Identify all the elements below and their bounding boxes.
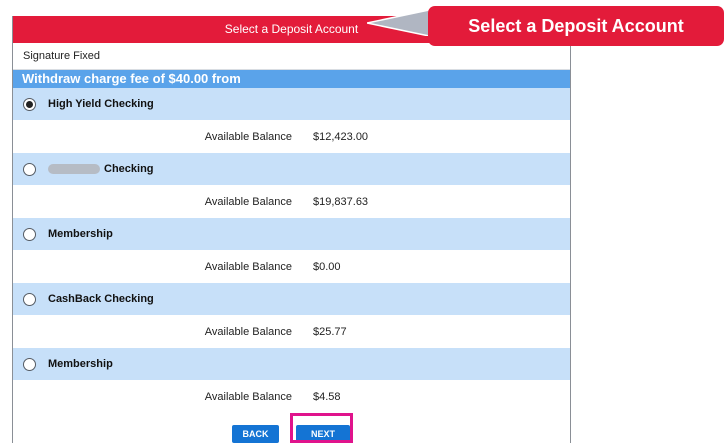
balance-value: $4.58 xyxy=(313,391,341,403)
radio-selected-icon[interactable] xyxy=(23,97,36,111)
balance-value: $12,423.00 xyxy=(313,131,369,143)
section-title: Withdraw charge fee of $40.00 from xyxy=(13,70,570,88)
account-name: Membership xyxy=(48,358,113,370)
radio-unselected-icon[interactable] xyxy=(23,227,36,241)
radio-unselected-icon[interactable] xyxy=(23,357,36,371)
callout-label: Select a Deposit Account xyxy=(428,6,724,46)
account-option-membership[interactable]: Membership xyxy=(13,218,570,251)
back-button[interactable]: BACK xyxy=(232,425,279,443)
balance-value: $0.00 xyxy=(313,261,341,273)
page-title: Select a Deposit Account xyxy=(224,22,359,36)
balance-row: Available Balance $12,423.00 xyxy=(13,121,570,153)
account-option-checking[interactable]: Checking xyxy=(13,153,570,186)
balance-label: Available Balance xyxy=(204,261,292,273)
account-name: CashBack Checking xyxy=(48,293,154,305)
next-button-highlight xyxy=(290,413,353,443)
account-name: Membership xyxy=(48,228,113,240)
callout-pointer-icon xyxy=(367,10,430,36)
balance-label: Available Balance xyxy=(204,196,292,208)
account-option-high-yield-checking[interactable]: High Yield Checking xyxy=(13,88,570,121)
balance-label: Available Balance xyxy=(204,391,292,403)
balance-value: $19,837.63 xyxy=(313,196,369,208)
radio-unselected-icon[interactable] xyxy=(23,292,36,306)
account-option-membership-2[interactable]: Membership xyxy=(13,348,570,381)
balance-value: $25.77 xyxy=(313,326,347,338)
account-name: High Yield Checking xyxy=(48,98,154,110)
account-name: Checking xyxy=(104,163,154,175)
balance-row: Available Balance $0.00 xyxy=(13,251,570,283)
redacted-text xyxy=(48,164,100,174)
balance-row: Available Balance $25.77 xyxy=(13,316,570,348)
radio-unselected-icon[interactable] xyxy=(23,162,36,176)
balance-label: Available Balance xyxy=(204,131,292,143)
card-name: Signature Fixed xyxy=(13,43,570,70)
account-option-cashback-checking[interactable]: CashBack Checking xyxy=(13,283,570,316)
balance-row: Available Balance $4.58 xyxy=(13,381,570,413)
balance-row: Available Balance $19,837.63 xyxy=(13,186,570,218)
deposit-account-panel: Select a Deposit Account Signature Fixed… xyxy=(12,16,571,443)
balance-label: Available Balance xyxy=(204,326,292,338)
